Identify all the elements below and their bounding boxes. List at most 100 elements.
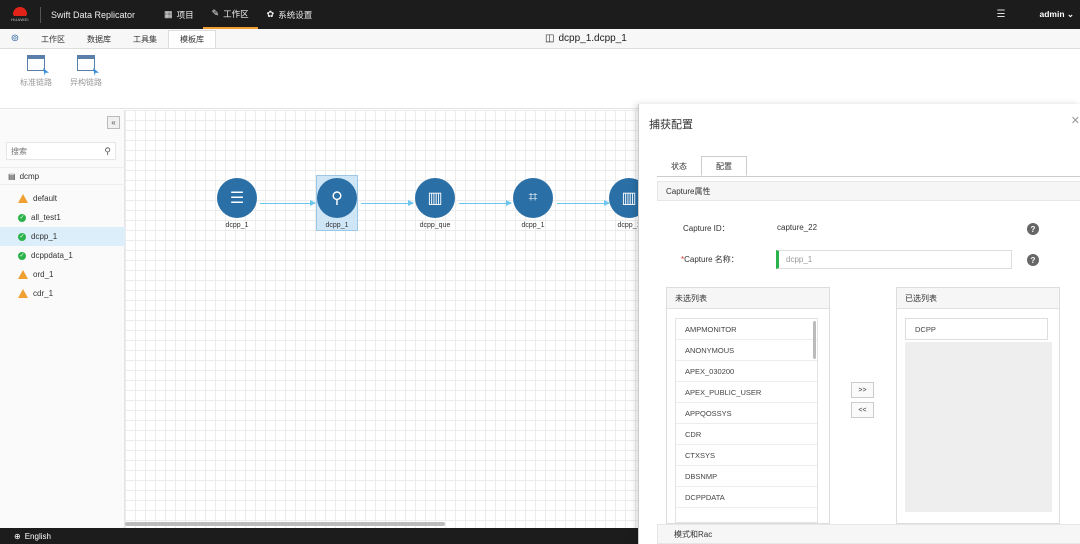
document-title-text: dcpp_1.dcpp_1 bbox=[558, 33, 627, 44]
divider bbox=[40, 6, 41, 23]
tree-item[interactable]: ✓ dcppdata_1 bbox=[0, 246, 125, 265]
nav-item-settings[interactable]: ✿ 系统设置 bbox=[258, 0, 322, 29]
queue-icon: ▥ bbox=[415, 178, 455, 218]
sidebar: « ⚲ ▤ dcmp default ✓ all_test1 ✓ dcpp_1 … bbox=[0, 110, 125, 528]
nav-label: 系统设置 bbox=[278, 9, 313, 20]
tool-label: 异构链路 bbox=[70, 78, 102, 87]
tree-item-label: ord_1 bbox=[33, 270, 54, 279]
nav-item-workspace[interactable]: ✎ 工作区 bbox=[202, 0, 258, 29]
tab-status[interactable]: 状态 bbox=[657, 156, 701, 176]
horizontal-scrollbar[interactable] bbox=[125, 522, 445, 526]
user-name: admin bbox=[1039, 9, 1065, 19]
unselected-list[interactable]: AMPMONITOR ANONYMOUS APEX_030200 APEX_PU… bbox=[675, 318, 818, 523]
vertical-scrollbar[interactable] bbox=[813, 321, 816, 359]
list-item[interactable]: ANONYMOUS bbox=[676, 340, 817, 361]
capture-id-value: capture_22 bbox=[777, 223, 818, 232]
search-input[interactable] bbox=[11, 146, 91, 156]
nav-item-project[interactable]: ▦ 项目 bbox=[155, 0, 203, 29]
section-header: Capture属性 bbox=[657, 181, 1080, 201]
search-icon[interactable]: ⚲ bbox=[104, 146, 111, 157]
tab-tools[interactable]: 工具集 bbox=[122, 30, 168, 48]
flow-node-database[interactable]: ☰ dcpp_1 bbox=[216, 176, 258, 232]
selected-list[interactable]: DCPP bbox=[905, 318, 1048, 340]
flow-node-label: dcpp_1 bbox=[617, 222, 638, 229]
selected-list-area bbox=[905, 342, 1052, 512]
user-menu[interactable]: admin ⌄ bbox=[1039, 9, 1074, 20]
window-cursor-icon bbox=[27, 55, 45, 71]
tree-item[interactable]: ✓ all_test1 bbox=[0, 208, 125, 227]
grid-icon: ▦ bbox=[164, 9, 173, 19]
menu-icon[interactable]: ☰ bbox=[997, 9, 1006, 20]
remove-selected-button[interactable]: << bbox=[851, 402, 874, 418]
flow-node-queue[interactable]: ▥ dcpp_que bbox=[414, 176, 456, 232]
list-item[interactable]: CDR bbox=[676, 424, 817, 445]
tree-item-label: dcppdata_1 bbox=[31, 251, 73, 260]
tree-item[interactable]: default bbox=[0, 189, 125, 208]
hetero-link-button[interactable]: 异构链路 bbox=[68, 49, 104, 108]
capture-name-input[interactable] bbox=[776, 250, 1012, 269]
section-header: 模式和Rac bbox=[657, 524, 1080, 544]
tree-item[interactable]: cdr_1 bbox=[0, 284, 125, 303]
tab-database[interactable]: 数据库 bbox=[76, 30, 122, 48]
nav-label: 工作区 bbox=[223, 8, 249, 19]
flow-connector bbox=[361, 200, 414, 206]
capture-name-label: *Capture 名称： bbox=[681, 254, 739, 265]
flow-node-apply[interactable]: ⌗ dcpp_1 bbox=[512, 176, 554, 232]
tree-root[interactable]: ▤ dcmp bbox=[0, 167, 125, 185]
warning-icon bbox=[18, 270, 28, 279]
tree-item-label: all_test1 bbox=[31, 213, 61, 222]
huawei-logo: HUAWEI bbox=[0, 0, 40, 29]
tab-templates[interactable]: 模板库 bbox=[168, 30, 216, 48]
selected-list-title: 已选列表 bbox=[897, 288, 1059, 309]
list-item[interactable]: AMPMONITOR bbox=[676, 319, 817, 340]
list-item[interactable]: CTXSYS bbox=[676, 445, 817, 466]
tree-item-label: default bbox=[33, 194, 58, 203]
check-icon: ✓ bbox=[18, 251, 26, 260]
help-icon[interactable]: ? bbox=[1027, 254, 1039, 266]
tree-item-label: dcpp_1 bbox=[31, 232, 58, 241]
globe-icon: ⊕ bbox=[14, 531, 21, 541]
help-icon[interactable]: ? bbox=[1027, 223, 1039, 235]
nav-label: 项目 bbox=[176, 9, 194, 20]
logo-text: HUAWEI bbox=[11, 17, 29, 22]
list-item[interactable]: DCPPDATA bbox=[676, 487, 817, 508]
collapse-sidebar-button[interactable]: « bbox=[107, 116, 120, 129]
warning-icon bbox=[18, 194, 28, 203]
database-icon: ☰ bbox=[217, 178, 257, 218]
tree-item[interactable]: ord_1 bbox=[0, 265, 125, 284]
unselected-list-box: 未选列表 AMPMONITOR ANONYMOUS APEX_030200 AP… bbox=[666, 287, 830, 524]
standard-link-button[interactable]: 标准链路 bbox=[18, 49, 54, 108]
list-item[interactable]: DBSNMP bbox=[676, 466, 817, 487]
flow-node-label: dcpp_1 bbox=[225, 222, 249, 229]
check-icon: ✓ bbox=[18, 232, 26, 241]
list-item[interactable]: APEX_PUBLIC_USER bbox=[676, 382, 817, 403]
tree-item[interactable]: ✓ dcpp_1 bbox=[0, 227, 125, 246]
capture-icon: ⚲ bbox=[317, 178, 357, 218]
folder-icon: ▤ bbox=[8, 171, 16, 181]
crop-icon: ⌗ bbox=[513, 178, 553, 218]
language-selector[interactable]: English bbox=[25, 532, 51, 541]
toolbar: 标准链路 异构链路 bbox=[0, 49, 1080, 109]
flow-node-capture[interactable]: ⚲ dcpp_1 bbox=[316, 175, 358, 231]
tool-label: 标准链路 bbox=[20, 78, 52, 87]
tab-config[interactable]: 配置 bbox=[701, 156, 747, 176]
add-selected-button[interactable]: >> bbox=[851, 382, 874, 398]
list-item[interactable]: APPQOSSYS bbox=[676, 403, 817, 424]
flow-connector bbox=[557, 200, 610, 206]
home-icon[interactable]: ⊚ bbox=[0, 28, 30, 48]
capture-name-label-text: Capture 名称： bbox=[684, 255, 739, 264]
flow-connector bbox=[260, 200, 316, 206]
list-item[interactable]: APEX_030200 bbox=[676, 361, 817, 382]
list-item[interactable]: DCPP bbox=[906, 319, 1047, 339]
flow-node-queue-2[interactable]: ▥ dcpp_1 bbox=[608, 176, 638, 232]
close-icon[interactable]: ✕ bbox=[1071, 114, 1080, 127]
footer: ⊕ English bbox=[0, 528, 640, 544]
panel-tabs: 状态 配置 bbox=[657, 154, 747, 176]
flow-node-label: dcpp_1 bbox=[521, 222, 545, 229]
divider bbox=[657, 176, 1080, 177]
check-icon: ✓ bbox=[18, 213, 26, 222]
tab-workspace[interactable]: 工作区 bbox=[30, 30, 76, 48]
queue-icon: ▥ bbox=[609, 178, 638, 218]
tree-root-label: dcmp bbox=[19, 171, 40, 181]
flow-canvas[interactable]: ☰ dcpp_1 ⚲ dcpp_1 ▥ dcpp_que ⌗ dcpp_1 ▥ … bbox=[125, 110, 638, 528]
